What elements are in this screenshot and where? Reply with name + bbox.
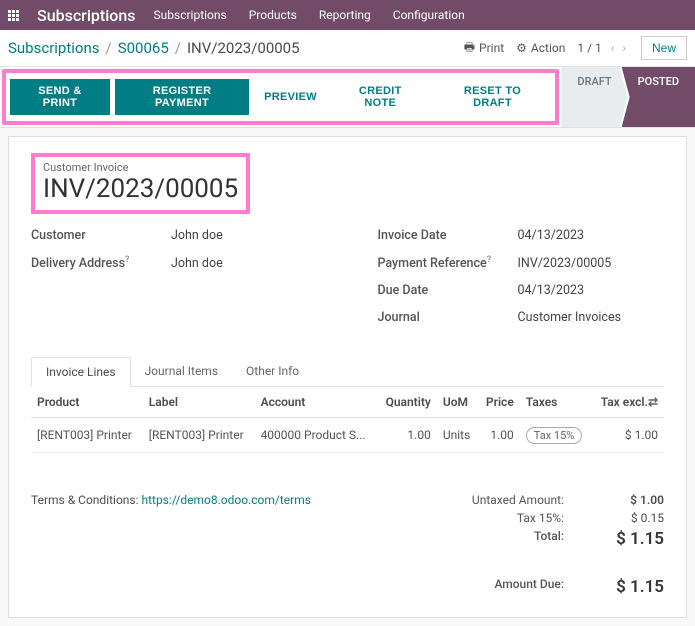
customer-value[interactable]: John doe	[171, 228, 223, 243]
print-button[interactable]: 🖶 Print	[464, 38, 504, 59]
col-label[interactable]: Label	[143, 387, 255, 418]
invoice-number: INV/2023/00005	[43, 174, 238, 204]
customer-label: Customer	[31, 228, 171, 243]
total-label: Total:	[534, 529, 564, 549]
register-payment-button[interactable]: REGISTER PAYMENT	[115, 79, 249, 115]
total-value: $ 1.15	[604, 529, 664, 549]
col-quantity[interactable]: Quantity	[377, 387, 437, 418]
totals: Untaxed Amount: $ 1.00 Tax 15%: $ 0.15 T…	[444, 493, 664, 601]
col-price[interactable]: Price	[478, 387, 520, 418]
breadcrumb-current: INV/2023/00005	[187, 39, 300, 57]
footer-row: Terms & Conditions: https://demo8.odoo.c…	[31, 493, 664, 601]
cell-account[interactable]: 400000 Product S...	[255, 418, 377, 453]
col-account[interactable]: Account	[255, 387, 377, 418]
pager-text: 1 / 1	[577, 41, 601, 55]
delivery-label: Delivery Address?	[31, 255, 171, 271]
cell-tax-excl: $ 1.00	[591, 418, 664, 453]
col-taxes[interactable]: Taxes	[520, 387, 592, 418]
top-navbar: Subscriptions Subscriptions Products Rep…	[0, 0, 695, 30]
terms: Terms & Conditions: https://demo8.odoo.c…	[31, 493, 311, 601]
tax15-label: Tax 15%:	[517, 511, 564, 525]
due-date-label: Due Date	[378, 283, 518, 298]
col-tax-excl[interactable]: Tax excl. ⇄	[591, 387, 664, 418]
gear-icon: ⚙	[516, 41, 527, 55]
invoice-title-label: Customer Invoice	[43, 161, 238, 174]
journal-label: Journal	[378, 310, 518, 325]
tab-other-info[interactable]: Other Info	[232, 357, 313, 386]
credit-note-button[interactable]: CREDIT NOTE	[332, 79, 429, 115]
control-panel-right: 🖶 Print ⚙ Action 1 / 1 ‹ › New	[464, 36, 687, 60]
amount-due-label: Amount Due:	[494, 577, 564, 597]
tax-pill: Tax 15%	[526, 427, 583, 444]
terms-label: Terms & Conditions:	[31, 493, 139, 507]
apps-icon[interactable]	[8, 10, 19, 21]
swap-icon[interactable]: ⇄	[648, 395, 658, 409]
right-col: Invoice Date 04/13/2023 Payment Referenc…	[378, 228, 665, 337]
printer-icon: 🖶	[464, 38, 475, 59]
untaxed-value: $ 1.00	[604, 493, 664, 507]
delivery-value[interactable]: John doe	[171, 256, 223, 271]
menu-products[interactable]: Products	[249, 8, 297, 22]
breadcrumb-sep: /	[175, 39, 181, 57]
statusbar: SEND & PRINT REGISTER PAYMENT PREVIEW CR…	[0, 67, 695, 128]
table-row[interactable]: [RENT003] Printer [RENT003] Printer 4000…	[31, 418, 664, 453]
payment-ref-value[interactable]: INV/2023/00005	[518, 256, 612, 271]
control-panel: Subscriptions / S00065 / INV/2023/00005 …	[0, 30, 695, 67]
form-columns: Customer John doe Delivery Address? John…	[31, 228, 664, 337]
invoice-lines-table: Product Label Account Quantity UoM Price…	[31, 387, 664, 453]
send-print-button[interactable]: SEND & PRINT	[10, 79, 110, 115]
new-button[interactable]: New	[641, 36, 687, 60]
menu-reporting[interactable]: Reporting	[319, 8, 371, 22]
invoice-date-value[interactable]: 04/13/2023	[518, 228, 585, 243]
form-sheet: Customer Invoice INV/2023/00005 Customer…	[8, 136, 687, 618]
terms-link[interactable]: https://demo8.odoo.com/terms	[142, 493, 311, 507]
print-label: Print	[479, 41, 504, 55]
cell-label[interactable]: [RENT003] Printer	[143, 418, 255, 453]
action-button[interactable]: ⚙ Action	[516, 41, 565, 55]
col-uom[interactable]: UoM	[437, 387, 478, 418]
reset-draft-button[interactable]: RESET TO DRAFT	[434, 79, 552, 115]
app-brand[interactable]: Subscriptions	[37, 6, 136, 25]
journal-value[interactable]: Customer Invoices	[518, 310, 622, 325]
cell-price[interactable]: 1.00	[478, 418, 520, 453]
menu-configuration[interactable]: Configuration	[393, 8, 465, 22]
pager: 1 / 1 ‹ ›	[577, 41, 629, 55]
breadcrumb-mid[interactable]: S00065	[118, 39, 169, 57]
menu-subscriptions[interactable]: Subscriptions	[154, 8, 227, 22]
tab-invoice-lines[interactable]: Invoice Lines	[31, 357, 131, 387]
tax15-value: $ 0.15	[604, 511, 664, 525]
status-draft[interactable]: DRAFT	[561, 67, 627, 127]
table-header-row: Product Label Account Quantity UoM Price…	[31, 387, 664, 418]
tab-journal-items[interactable]: Journal Items	[131, 357, 232, 386]
amount-due-value: $ 1.15	[604, 577, 664, 597]
action-label: Action	[531, 41, 565, 55]
breadcrumb: Subscriptions / S00065 / INV/2023/00005	[8, 39, 300, 57]
col-product[interactable]: Product	[31, 387, 143, 418]
status-posted[interactable]: POSTED	[622, 67, 695, 127]
cell-product[interactable]: [RENT003] Printer	[31, 418, 143, 453]
main-menu: Subscriptions Products Reporting Configu…	[154, 8, 465, 22]
left-col: Customer John doe Delivery Address? John…	[31, 228, 318, 337]
sheet-tabs: Invoice Lines Journal Items Other Info	[31, 357, 664, 387]
invoice-date-label: Invoice Date	[378, 228, 518, 243]
preview-button[interactable]: PREVIEW	[254, 79, 327, 115]
invoice-title-box: Customer Invoice INV/2023/00005	[31, 153, 250, 214]
status-actions: SEND & PRINT REGISTER PAYMENT PREVIEW CR…	[2, 69, 559, 125]
breadcrumb-root[interactable]: Subscriptions	[8, 39, 99, 57]
breadcrumb-sep: /	[105, 39, 111, 57]
status-steps: DRAFT POSTED	[561, 67, 695, 127]
cell-qty[interactable]: 1.00	[377, 418, 437, 453]
payment-ref-label: Payment Reference?	[378, 255, 518, 271]
due-date-value[interactable]: 04/13/2023	[518, 283, 585, 298]
untaxed-label: Untaxed Amount:	[472, 493, 564, 507]
pager-next-icon[interactable]: ›	[619, 41, 629, 55]
cell-uom[interactable]: Units	[437, 418, 478, 453]
cell-tax[interactable]: Tax 15%	[520, 418, 592, 453]
pager-prev-icon[interactable]: ‹	[608, 41, 618, 55]
